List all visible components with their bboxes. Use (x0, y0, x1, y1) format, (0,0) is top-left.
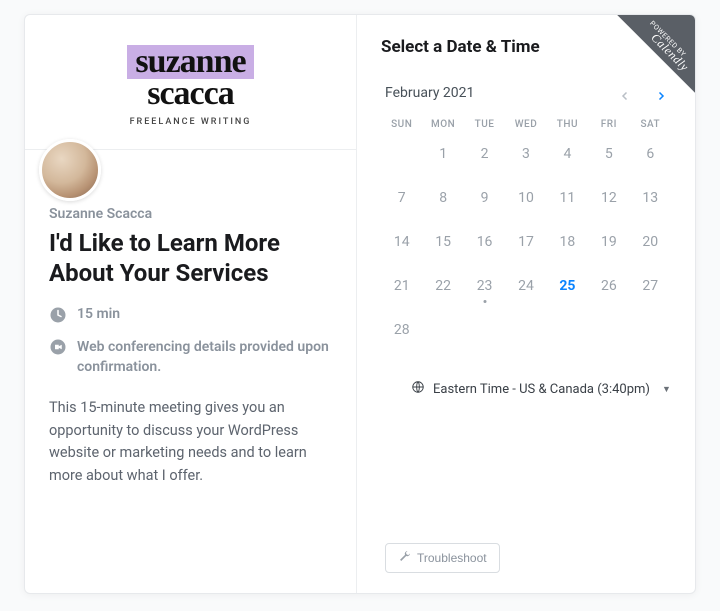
conferencing-row: Web conferencing details provided upon c… (49, 338, 332, 377)
calendar-day[interactable]: 22 (422, 266, 463, 306)
calendar-day[interactable]: 23 (464, 266, 505, 306)
video-icon (49, 338, 67, 356)
dow-wed: WED (505, 119, 546, 130)
dow-thu: THU (547, 119, 588, 130)
select-date-heading: Select a Date & Time (381, 37, 671, 57)
dow-tue: TUE (464, 119, 505, 130)
calendar-day[interactable]: 8 (422, 178, 463, 218)
calendar-day[interactable]: 17 (505, 222, 546, 262)
calendar-day-empty (547, 310, 588, 350)
calendar-day[interactable]: 18 (547, 222, 588, 262)
calendar-day[interactable]: 13 (630, 178, 671, 218)
calendar-day[interactable]: 12 (588, 178, 629, 218)
calendar-day[interactable]: 4 (547, 134, 588, 174)
timezone-selector[interactable]: Eastern Time - US & Canada (3:40pm) ▼ (381, 380, 671, 398)
dow-sat: SAT (630, 119, 671, 130)
calendar-day[interactable]: 5 (588, 134, 629, 174)
calendar-day-empty (630, 310, 671, 350)
event-description: This 15-minute meeting gives you an oppo… (49, 397, 332, 487)
duration-text: 15 min (77, 306, 120, 322)
calendar-day-empty (381, 134, 422, 174)
calendar-day[interactable]: 1 (422, 134, 463, 174)
calendar-day[interactable]: 7 (381, 178, 422, 218)
wrench-icon (398, 550, 411, 566)
next-month-button[interactable] (655, 87, 667, 99)
caret-down-icon: ▼ (662, 384, 671, 395)
calendar-week: 28 (381, 310, 671, 350)
calendar-day[interactable]: 6 (630, 134, 671, 174)
booking-card: POWERED BY Calendly suzanne scacca FREEL… (24, 14, 696, 594)
dow-fri: FRI (588, 119, 629, 130)
avatar (39, 139, 101, 201)
calendar-day[interactable]: 21 (381, 266, 422, 306)
calendar-day[interactable]: 19 (588, 222, 629, 262)
calendar-day[interactable]: 2 (464, 134, 505, 174)
calendar-day[interactable]: 10 (505, 178, 546, 218)
host-name: Suzanne Scacca (49, 206, 332, 222)
calendar-day[interactable]: 3 (505, 134, 546, 174)
calendar-day[interactable]: 11 (547, 178, 588, 218)
calendar-day[interactable]: 16 (464, 222, 505, 262)
calendar-day[interactable]: 14 (381, 222, 422, 262)
calendar-day[interactable]: 9 (464, 178, 505, 218)
conferencing-text: Web conferencing details provided upon c… (77, 338, 332, 377)
calendar-day-empty (588, 310, 629, 350)
troubleshoot-label: Troubleshoot (417, 551, 487, 565)
logo-line1: suzanne (127, 45, 253, 79)
calendar-day[interactable]: 25 (547, 266, 588, 306)
dow-sun: SUN (381, 119, 422, 130)
logo-subtitle: FREELANCE WRITING (49, 117, 332, 127)
dow-mon: MON (422, 119, 463, 130)
host-logo: suzanne scacca FREELANCE WRITING (49, 39, 332, 127)
calendar-day-empty (422, 310, 463, 350)
calendar-day-empty (505, 310, 546, 350)
event-title: I'd Like to Learn More About Your Servic… (49, 228, 332, 288)
calendar-grid: 1234567891011121314151617181920212223242… (381, 130, 671, 350)
troubleshoot-button[interactable]: Troubleshoot (385, 543, 500, 573)
calendar-week: 21222324252627 (381, 266, 671, 306)
event-details-panel: suzanne scacca FREELANCE WRITING Suzanne… (25, 15, 357, 593)
month-nav: February 2021 (381, 85, 671, 101)
calendar-day[interactable]: 27 (630, 266, 671, 306)
month-label: February 2021 (385, 85, 474, 101)
prev-month-button[interactable] (619, 87, 631, 99)
timezone-label: Eastern Time - US & Canada (3:40pm) (433, 382, 650, 397)
logo-line2: scacca (49, 77, 332, 111)
calendar-day[interactable]: 28 (381, 310, 422, 350)
calendar-day[interactable]: 24 (505, 266, 546, 306)
clock-icon (49, 306, 67, 324)
calendar-week: 78910111213 (381, 178, 671, 218)
calendar-day[interactable]: 20 (630, 222, 671, 262)
calendar-week: 14151617181920 (381, 222, 671, 262)
calendar-day[interactable]: 26 (588, 266, 629, 306)
calendar-week: 123456 (381, 134, 671, 174)
globe-icon (411, 380, 425, 398)
calendar-day-empty (464, 310, 505, 350)
calendar-day[interactable]: 15 (422, 222, 463, 262)
weekday-header: SUN MON TUE WED THU FRI SAT (381, 119, 671, 130)
duration-row: 15 min (49, 306, 332, 324)
calendar-panel: Select a Date & Time February 2021 SUN M… (357, 15, 695, 593)
